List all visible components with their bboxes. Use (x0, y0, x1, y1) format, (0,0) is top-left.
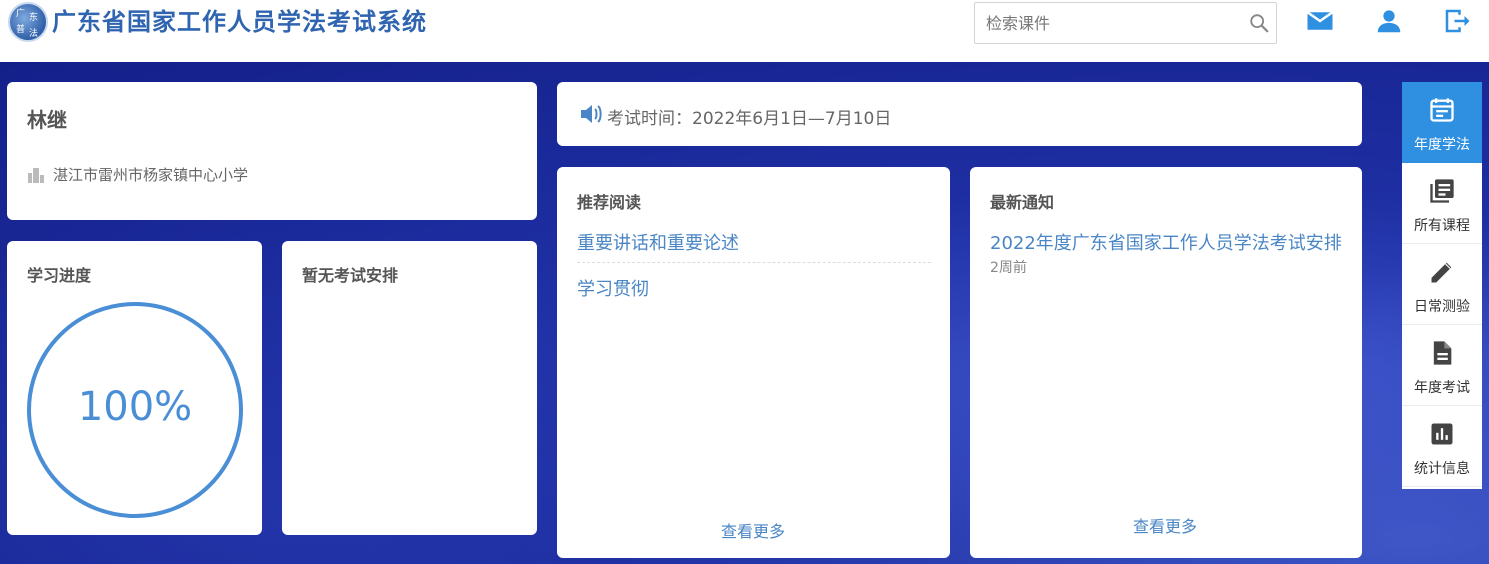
side-nav-daily-quiz[interactable]: 日常测验 (1402, 244, 1482, 325)
progress-value: 100% (77, 384, 193, 430)
bar-chart-icon (1431, 423, 1453, 445)
logo-char: 广 (16, 9, 26, 19)
side-nav-label: 所有课程 (1414, 218, 1470, 234)
header: 广 东 普 法 广东省国家工作人员学法考试系统 (0, 0, 1489, 62)
side-nav-annual-study[interactable]: 年度学法 (1402, 82, 1482, 163)
exam-status: 暂无考试安排 (302, 266, 399, 285)
progress-title: 学习进度 (27, 266, 92, 285)
pencil-icon (1431, 262, 1452, 283)
search-input[interactable] (975, 3, 1245, 43)
speaker-icon (581, 105, 602, 123)
organization-name: 湛江市雷州市杨家镇中心小学 (53, 166, 249, 184)
user-card: 林继 湛江市雷州市杨家镇中心小学 (7, 82, 537, 220)
side-nav-statistics[interactable]: 统计信息 (1402, 406, 1482, 487)
logout-icon[interactable] (1442, 6, 1472, 36)
side-nav-label: 年度考试 (1414, 380, 1470, 396)
document-icon (1433, 341, 1452, 365)
reading-item[interactable]: 重要讲话和重要论述 (577, 229, 739, 255)
news-item-time: 2周前 (990, 260, 1027, 276)
reading-card: 推荐阅读 重要讲话和重要论述 学习贯彻 查看更多 (557, 167, 950, 558)
divider (577, 262, 931, 263)
side-nav: 年度学法 所有课程 日常测验 年度考试 统计信息 (1402, 82, 1482, 489)
reading-title: 推荐阅读 (577, 193, 642, 212)
site-title: 广东省国家工作人员学法考试系统 (52, 8, 427, 36)
site-logo[interactable]: 广 东 普 法 (8, 2, 48, 42)
calendar-icon (1430, 98, 1454, 122)
logo-char: 普 (16, 25, 26, 35)
search-icon[interactable] (1248, 12, 1270, 34)
reading-more-link[interactable]: 查看更多 (721, 518, 785, 542)
logo-char: 法 (29, 29, 39, 39)
exam-time-text: 考试时间：2022年6月1日—7月10日 (607, 109, 892, 129)
news-title: 最新通知 (990, 193, 1055, 212)
logo-char: 东 (29, 13, 39, 23)
building-icon (28, 167, 44, 183)
user-name: 林继 (27, 108, 67, 132)
user-icon[interactable] (1374, 6, 1404, 36)
news-item-title[interactable]: 2022年度广东省国家工作人员学法考试安排 (990, 229, 1342, 255)
search-box (974, 2, 1277, 44)
exam-card: 暂无考试安排 (282, 241, 537, 535)
side-nav-annual-exam[interactable]: 年度考试 (1402, 325, 1482, 406)
news-card: 最新通知 2022年度广东省国家工作人员学法考试安排 2周前 查看更多 (970, 167, 1362, 558)
exam-time-notice: 考试时间：2022年6月1日—7月10日 (557, 82, 1362, 146)
library-icon (1430, 179, 1454, 203)
organization-row: 湛江市雷州市杨家镇中心小学 (27, 164, 248, 185)
mail-icon[interactable] (1305, 6, 1335, 36)
side-nav-label: 日常测验 (1414, 299, 1470, 315)
side-nav-label: 统计信息 (1414, 461, 1470, 477)
side-nav-label: 年度学法 (1414, 137, 1470, 153)
reading-item[interactable]: 学习贯彻 (577, 275, 649, 301)
news-more-link[interactable]: 查看更多 (1133, 513, 1197, 537)
progress-card: 学习进度 100% (7, 241, 262, 535)
side-nav-all-courses[interactable]: 所有课程 (1402, 163, 1482, 244)
